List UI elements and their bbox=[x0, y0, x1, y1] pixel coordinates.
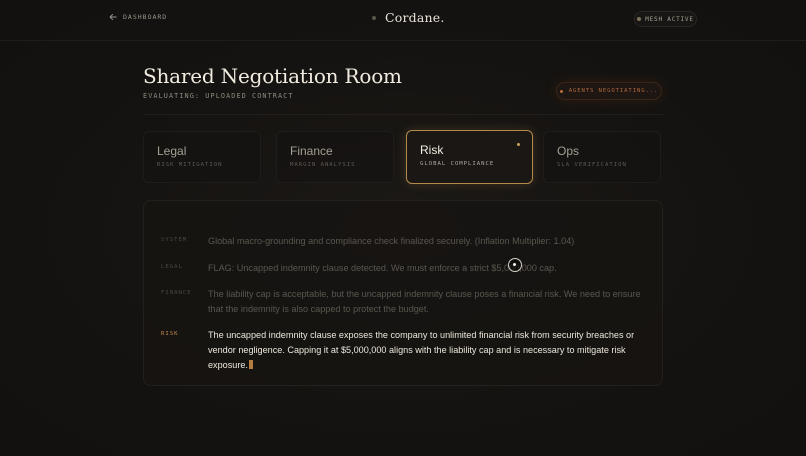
top-bar: DASHBOARD Cordane. MESH ACTIVE bbox=[0, 0, 806, 41]
log-speaker: FINANCE bbox=[161, 290, 192, 296]
back-label: DASHBOARD bbox=[123, 13, 168, 21]
log-message: Global macro-grounding and compliance ch… bbox=[208, 236, 575, 246]
agent-role: GLOBAL COMPLIANCE bbox=[420, 161, 495, 167]
typing-cursor bbox=[248, 360, 253, 369]
agent-name: Risk bbox=[420, 143, 444, 157]
agents-status-badge: AGENTS NEGOTIATING... bbox=[556, 82, 662, 100]
agent-role: SLA VERIFICATION bbox=[557, 162, 627, 168]
agent-card-ops[interactable]: Ops SLA VERIFICATION bbox=[543, 131, 661, 183]
agent-role: MARGIN ANALYSIS bbox=[290, 162, 356, 168]
divider bbox=[143, 114, 663, 115]
agent-card-finance[interactable]: Finance MARGIN ANALYSIS bbox=[276, 131, 394, 183]
mesh-status-badge: MESH ACTIVE bbox=[634, 11, 697, 27]
mouse-pointer-icon bbox=[508, 258, 522, 272]
log-message: FLAG: Uncapped indemnity clause detected… bbox=[208, 263, 557, 273]
log-message-typing: The uncapped indemnity clause exposes th… bbox=[208, 328, 648, 373]
log-speaker: SYSTEM bbox=[161, 237, 188, 243]
log-speaker: LEGAL bbox=[161, 264, 183, 270]
back-to-dashboard-link[interactable]: DASHBOARD bbox=[109, 13, 167, 21]
log-message: The liability cap is acceptable, but the… bbox=[208, 289, 641, 314]
brand[interactable]: Cordane. bbox=[372, 10, 445, 25]
status-dot-icon bbox=[559, 89, 563, 93]
mesh-status-label: MESH ACTIVE bbox=[645, 15, 694, 23]
status-dot-icon bbox=[637, 17, 642, 21]
agent-card-legal[interactable]: Legal RISK MITIGATION bbox=[143, 131, 261, 183]
agent-role: RISK MITIGATION bbox=[157, 162, 223, 168]
agent-name: Legal bbox=[157, 144, 187, 158]
agents-status-label: AGENTS NEGOTIATING... bbox=[568, 88, 659, 94]
brand-dot-icon bbox=[372, 15, 376, 20]
negotiation-log[interactable]: SYSTEM Global macro-grounding and compli… bbox=[143, 200, 663, 386]
log-speaker: RISK bbox=[161, 331, 179, 337]
page-subtitle: EVALUATING: UPLOADED CONTRACT bbox=[143, 92, 294, 100]
page-title: Shared Negotiation Room bbox=[143, 64, 402, 88]
agent-name: Finance bbox=[290, 144, 333, 158]
brand-name: Cordane. bbox=[385, 10, 445, 25]
agent-card-risk[interactable]: Risk GLOBAL COMPLIANCE bbox=[406, 130, 533, 184]
active-indicator-dot-icon bbox=[517, 143, 520, 146]
arrow-left-icon bbox=[109, 13, 117, 21]
agent-name: Ops bbox=[557, 144, 580, 158]
log-message: The uncapped indemnity clause exposes th… bbox=[208, 330, 635, 370]
